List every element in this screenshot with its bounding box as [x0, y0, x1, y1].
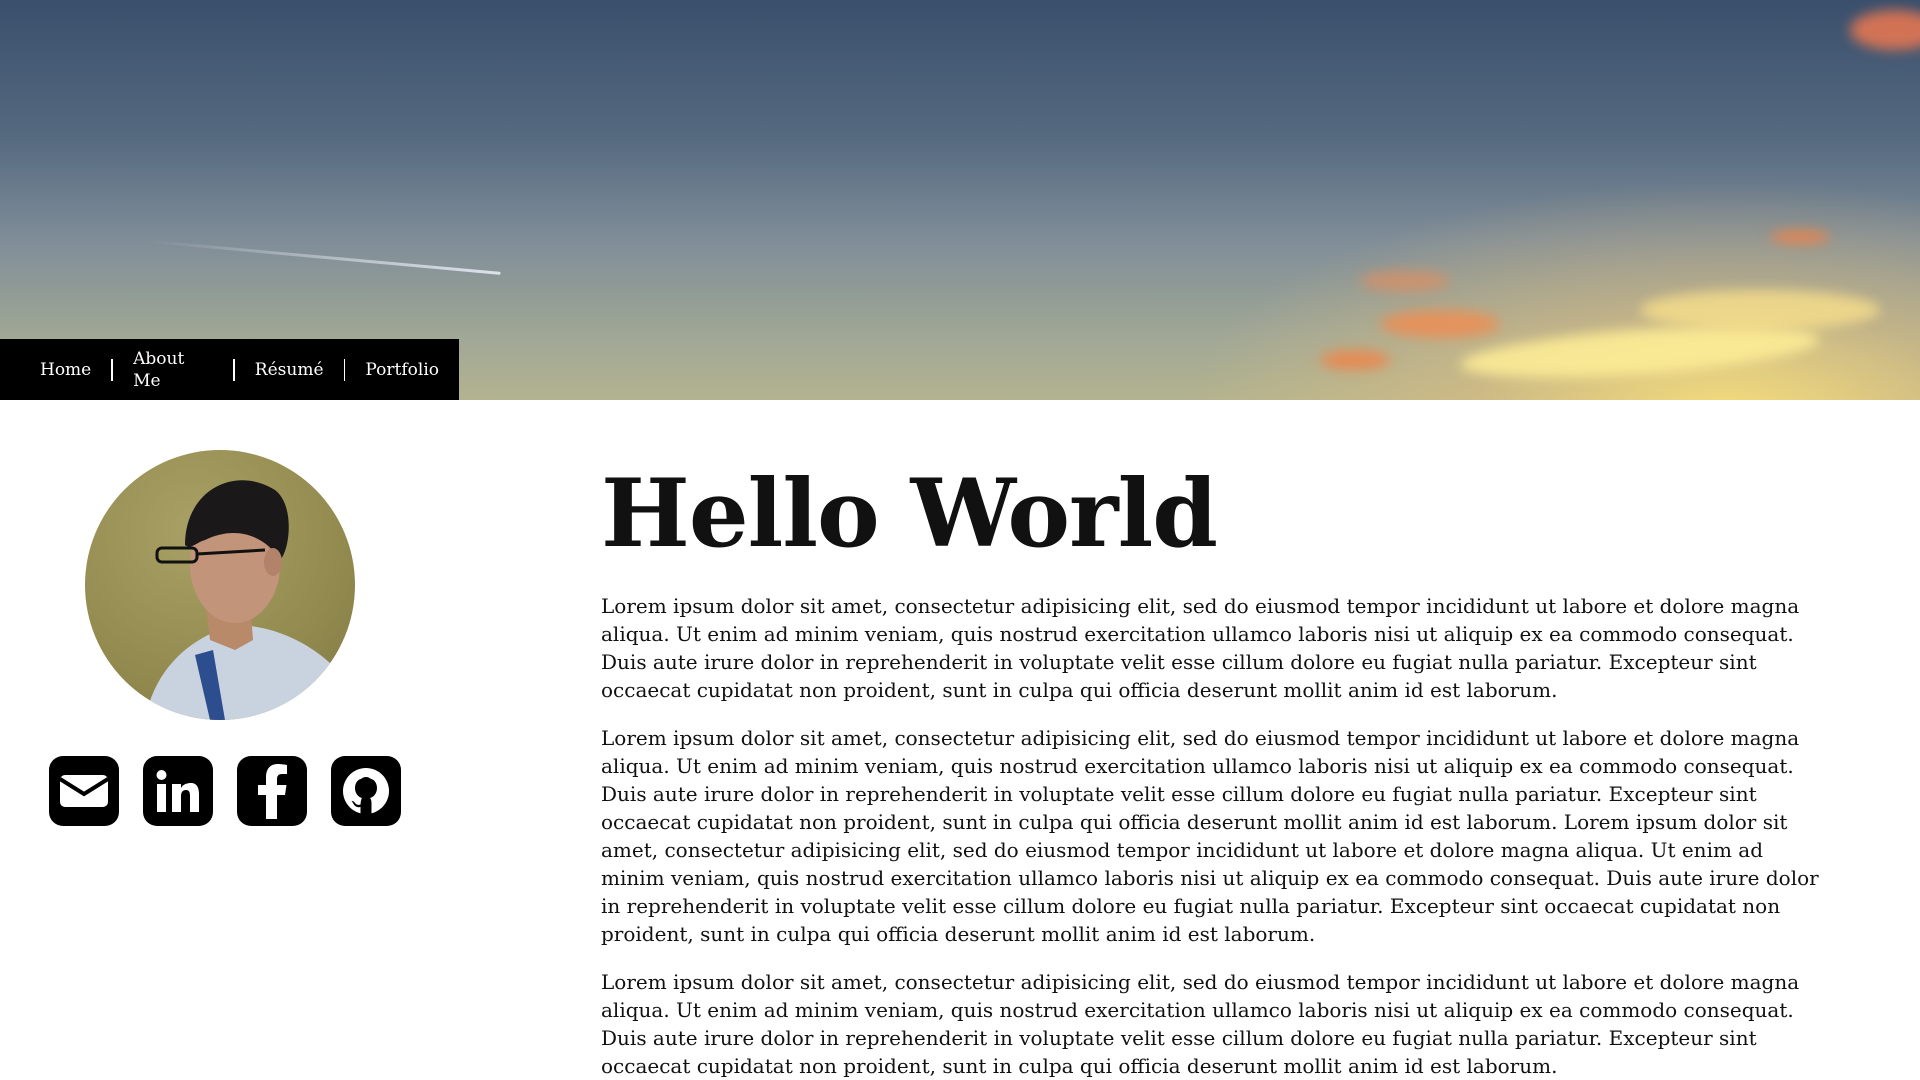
nav-item-about-me[interactable]: About Me — [113, 348, 233, 392]
nav-item-home[interactable]: Home — [20, 359, 111, 381]
facebook-icon[interactable] — [237, 756, 307, 826]
avatar — [85, 450, 355, 720]
main-nav: Home About Me Résumé Portfolio — [0, 339, 459, 400]
cloud — [1360, 270, 1450, 292]
nav-item-resume[interactable]: Résumé — [235, 359, 344, 381]
airplane-contrail — [149, 240, 501, 275]
github-icon[interactable] — [331, 756, 401, 826]
cloud — [1640, 290, 1880, 330]
paragraph: Lorem ipsum dolor sit amet, consectetur … — [601, 726, 1819, 946]
cloud — [1770, 230, 1830, 244]
nav-item-portfolio[interactable]: Portfolio — [345, 359, 459, 381]
paragraph: Lorem ipsum dolor sit amet, consectetur … — [601, 970, 1800, 1078]
cloud — [1320, 350, 1390, 370]
cloud — [1850, 10, 1920, 50]
main-content: Hello World Lorem ipsum dolor sit amet, … — [601, 400, 1831, 1080]
envelope-icon[interactable] — [49, 756, 119, 826]
linkedin-icon[interactable] — [143, 756, 213, 826]
profile-photo — [145, 480, 355, 720]
social-links — [49, 756, 401, 826]
paragraph: Lorem ipsum dolor sit amet, consectetur … — [601, 594, 1800, 702]
page-title: Hello World — [601, 459, 1218, 569]
cloud — [1380, 310, 1500, 338]
